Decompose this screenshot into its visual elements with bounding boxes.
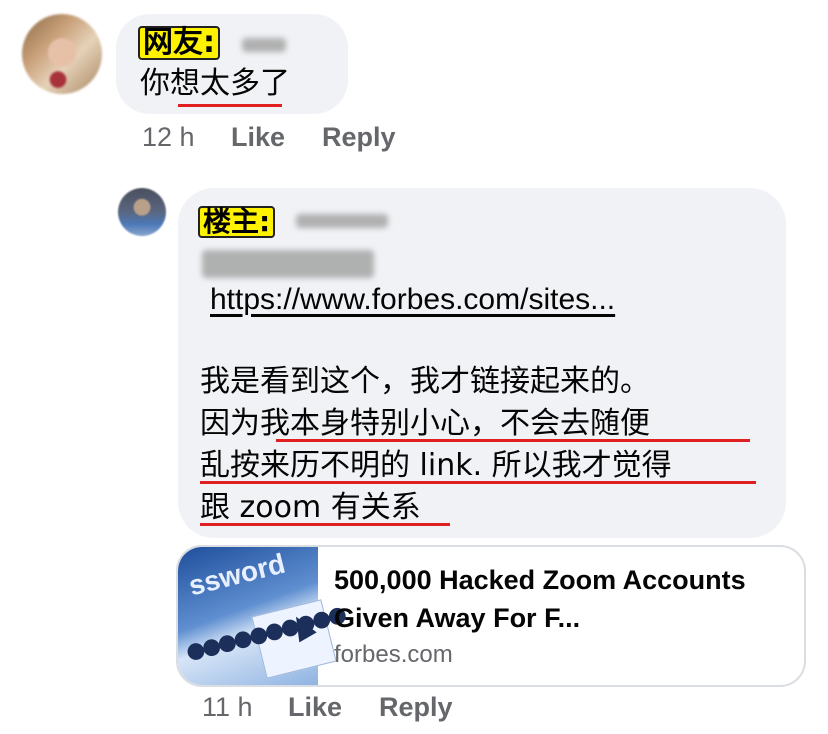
preview-thumbnail: ssword ●●●●●●●●●● — [178, 547, 347, 685]
comment-time: 12 h — [142, 122, 195, 152]
label-tag-op: 楼主: — [198, 206, 276, 238]
preview-domain: forbes.com — [334, 641, 453, 668]
highlight-underline — [200, 481, 756, 484]
blurred-mention — [202, 250, 374, 278]
highlight-underline — [276, 439, 750, 442]
like-button[interactable]: Like — [288, 692, 342, 723]
highlight-underline — [200, 523, 450, 526]
author-avatar[interactable] — [118, 188, 166, 236]
like-button[interactable]: Like — [231, 122, 285, 153]
comment-text: 你想太多了 — [140, 66, 290, 101]
blurred-name — [242, 38, 286, 52]
comment-time: 11 h — [202, 692, 253, 722]
highlight-underline — [178, 104, 282, 107]
reply-line-2: 因为我本身特别小心，不会去随便 — [200, 406, 650, 441]
reply-button[interactable]: Reply — [322, 122, 396, 153]
thumbnail-text: ssword — [185, 547, 289, 602]
label-tag-netizen: 网友: — [138, 26, 220, 60]
preview-title[interactable]: 500,000 Hacked Zoom Accounts Given Away … — [334, 561, 784, 637]
commenter-avatar[interactable] — [22, 14, 102, 94]
article-link[interactable]: https://www.forbes.com/sites... — [210, 283, 615, 317]
reply-line-3: 乱按来历不明的 link. 所以我才觉得 — [200, 448, 672, 483]
blurred-name — [296, 214, 388, 228]
link-preview-card[interactable]: ssword ●●●●●●●●●● 500,000 Hacked Zoom Ac… — [176, 545, 806, 687]
reply-line-1: 我是看到这个，我才链接起来的。 — [200, 364, 650, 399]
reply-line-4: 跟 zoom 有关系 — [200, 490, 421, 525]
reply-button[interactable]: Reply — [379, 692, 453, 723]
